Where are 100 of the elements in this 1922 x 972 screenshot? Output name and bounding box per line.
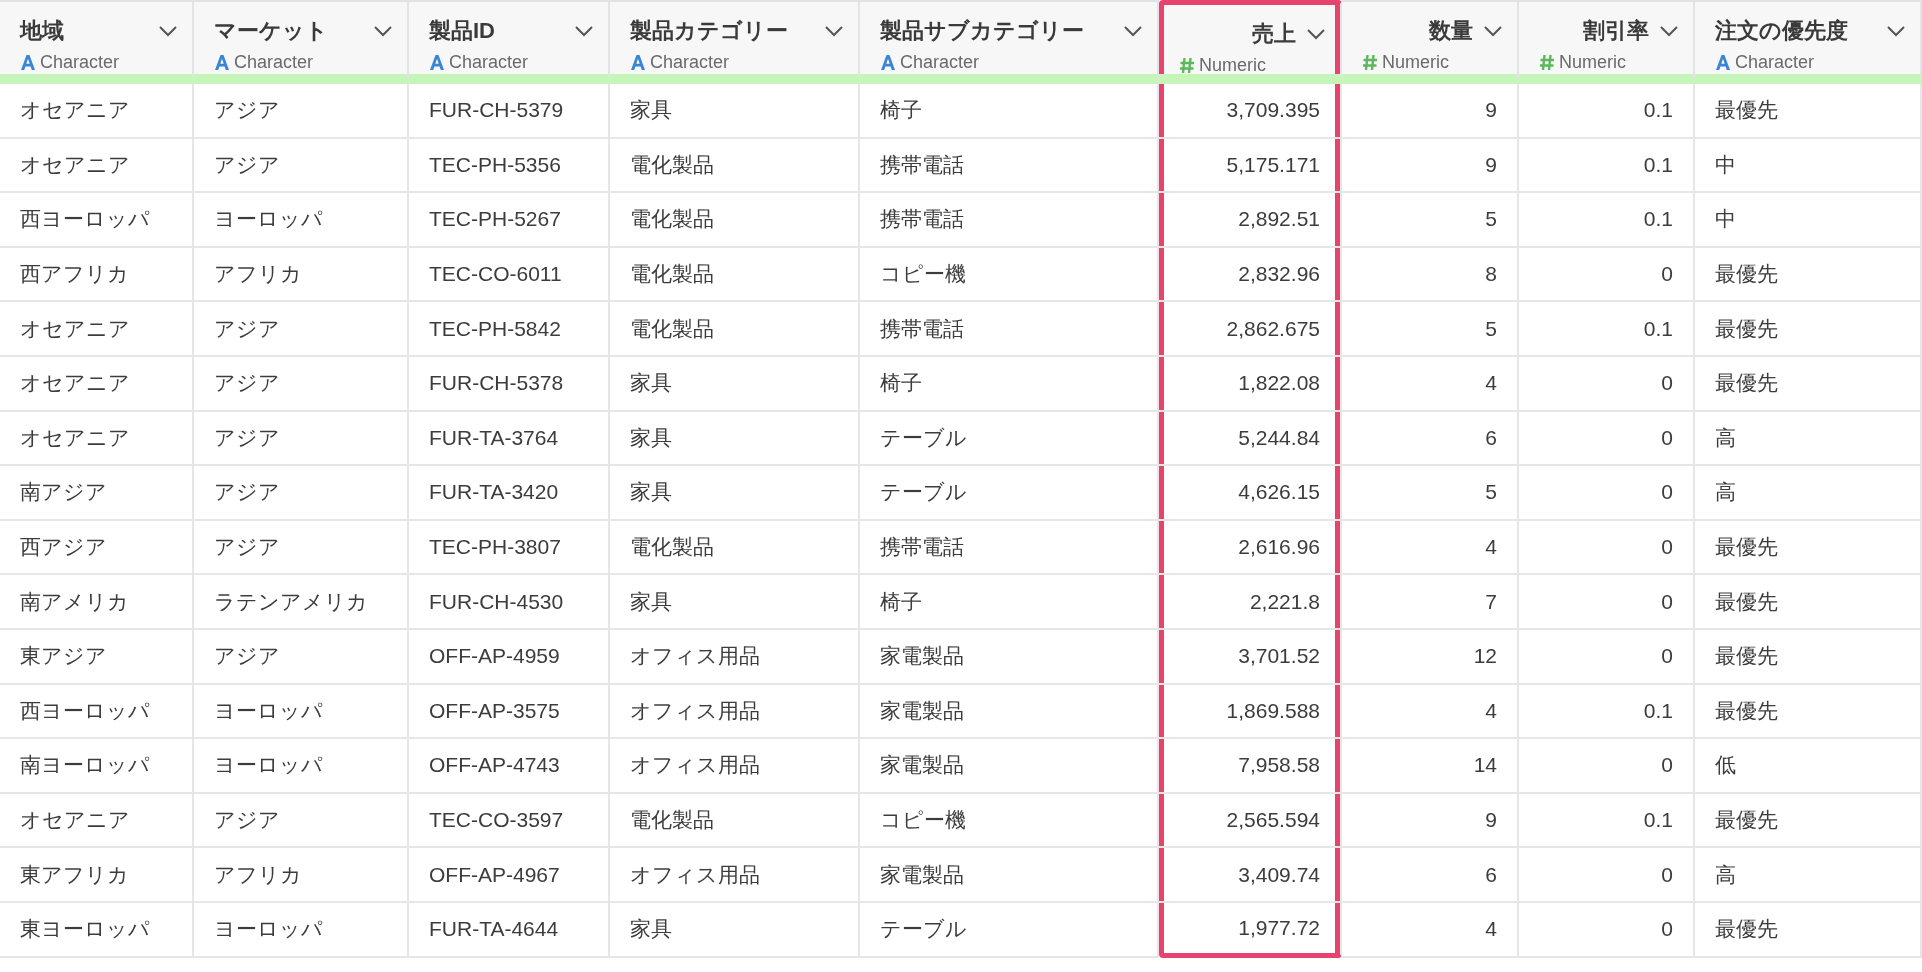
column-title: 数量 bbox=[1429, 17, 1473, 45]
table-cell: FUR-CH-5379 bbox=[409, 84, 610, 139]
table-cell: ヨーロッパ bbox=[194, 739, 409, 794]
table-cell: 高 bbox=[1695, 466, 1922, 521]
column-header[interactable]: マーケット Character bbox=[194, 0, 409, 84]
table-cell: アジア bbox=[194, 356, 409, 412]
table-cell: OFF-AP-4743 bbox=[409, 739, 610, 794]
column-title: 地域 bbox=[20, 17, 64, 45]
table-cell: オセアニア bbox=[0, 356, 194, 412]
table-cell: 3,409.74 bbox=[1159, 848, 1342, 903]
table-cell: 0 bbox=[1519, 629, 1695, 685]
column-type: Numeric bbox=[1559, 52, 1626, 73]
table-cell: 3,709.395 bbox=[1159, 84, 1342, 139]
table-cell: FUR-TA-3764 bbox=[409, 411, 610, 467]
chevron-down-icon[interactable] bbox=[1123, 25, 1143, 37]
column-header[interactable]: 売上 Numeric bbox=[1159, 0, 1342, 84]
table-cell: アジア bbox=[194, 520, 409, 576]
table-cell: 14 bbox=[1342, 739, 1519, 794]
column-header[interactable]: 数量 Numeric bbox=[1342, 0, 1519, 84]
hash-icon bbox=[1539, 54, 1555, 71]
table-cell: 南アメリカ bbox=[0, 575, 194, 630]
table-cell: 東アジア bbox=[0, 629, 194, 685]
table-cell: コピー機 bbox=[860, 247, 1159, 303]
chevron-down-icon[interactable] bbox=[1659, 25, 1679, 37]
table-cell: 6 bbox=[1342, 411, 1519, 467]
table-cell: アフリカ bbox=[194, 848, 409, 903]
table-cell: 最優先 bbox=[1695, 793, 1922, 849]
table-cell: 0 bbox=[1519, 466, 1695, 521]
table-cell: ヨーロッパ bbox=[194, 193, 409, 248]
column-title: 注文の優先度 bbox=[1715, 17, 1848, 45]
chevron-down-icon[interactable] bbox=[1483, 25, 1503, 37]
table-cell: 1,977.72 bbox=[1159, 902, 1342, 958]
table-cell: 0 bbox=[1519, 247, 1695, 303]
table-cell: アジア bbox=[194, 466, 409, 521]
table-cell: 9 bbox=[1342, 138, 1519, 194]
column-header[interactable]: 注文の優先度 Character bbox=[1695, 0, 1922, 84]
table-cell: アフリカ bbox=[194, 247, 409, 303]
column-header[interactable]: 割引率 Numeric bbox=[1519, 0, 1695, 84]
table-cell: 電化製品 bbox=[610, 520, 860, 576]
table-cell: 2,892.51 bbox=[1159, 193, 1342, 248]
table-cell: TEC-PH-3807 bbox=[409, 520, 610, 576]
column-header[interactable]: 製品カテゴリー Character bbox=[610, 0, 860, 84]
table-cell: 6 bbox=[1342, 848, 1519, 903]
chevron-down-icon[interactable] bbox=[1886, 25, 1906, 37]
table-cell: テーブル bbox=[860, 902, 1159, 958]
column-header[interactable]: 製品ID Character bbox=[409, 0, 610, 84]
table-cell: テーブル bbox=[860, 411, 1159, 467]
table-cell: 携帯電話 bbox=[860, 138, 1159, 194]
column-type: Numeric bbox=[1199, 55, 1266, 76]
table-cell: ヨーロッパ bbox=[194, 684, 409, 740]
table-cell: ヨーロッパ bbox=[194, 902, 409, 958]
table-cell: テーブル bbox=[860, 466, 1159, 521]
table-cell: 8 bbox=[1342, 247, 1519, 303]
table-cell: 2,221.8 bbox=[1159, 575, 1342, 630]
chevron-down-icon[interactable] bbox=[158, 25, 178, 37]
table-cell: 電化製品 bbox=[610, 247, 860, 303]
table-cell: オセアニア bbox=[0, 302, 194, 357]
table-cell: 椅子 bbox=[860, 84, 1159, 139]
table-cell: アジア bbox=[194, 793, 409, 849]
column-header[interactable]: 地域 Character bbox=[0, 0, 194, 84]
column-title: 割引率 bbox=[1583, 17, 1649, 45]
chevron-down-icon[interactable] bbox=[373, 25, 393, 37]
table-cell: アジア bbox=[194, 302, 409, 357]
column-type: Numeric bbox=[1382, 52, 1449, 73]
table-cell: 0.1 bbox=[1519, 302, 1695, 357]
table-cell: 東ヨーロッパ bbox=[0, 902, 194, 958]
table-cell: 家具 bbox=[610, 575, 860, 630]
hash-icon bbox=[1179, 57, 1195, 74]
table-cell: 家具 bbox=[610, 411, 860, 467]
chevron-down-icon[interactable] bbox=[574, 25, 594, 37]
table-cell: 最優先 bbox=[1695, 302, 1922, 357]
column-title: 製品サブカテゴリー bbox=[880, 17, 1084, 45]
table-cell: FUR-CH-4530 bbox=[409, 575, 610, 630]
chevron-down-icon[interactable] bbox=[1306, 28, 1326, 40]
column-type: Character bbox=[650, 52, 730, 73]
table-cell: 5,244.84 bbox=[1159, 411, 1342, 467]
table-cell: 最優先 bbox=[1695, 356, 1922, 412]
table-cell: 0 bbox=[1519, 902, 1695, 958]
table-cell: 最優先 bbox=[1695, 84, 1922, 139]
table-cell: 携帯電話 bbox=[860, 302, 1159, 357]
table-cell: 電化製品 bbox=[610, 302, 860, 357]
letter-a-icon bbox=[20, 54, 36, 71]
table-cell: 西アジア bbox=[0, 520, 194, 576]
column-header[interactable]: 製品サブカテゴリー Character bbox=[860, 0, 1159, 84]
chevron-down-icon[interactable] bbox=[824, 25, 844, 37]
letter-a-icon bbox=[1715, 54, 1731, 71]
table-cell: 携帯電話 bbox=[860, 193, 1159, 248]
table-cell: 9 bbox=[1342, 793, 1519, 849]
table-cell: 西アフリカ bbox=[0, 247, 194, 303]
table-cell: FUR-TA-3420 bbox=[409, 466, 610, 521]
table-cell: 電化製品 bbox=[610, 793, 860, 849]
table-cell: 西ヨーロッパ bbox=[0, 684, 194, 740]
table-cell: 中 bbox=[1695, 138, 1922, 194]
table-cell: 椅子 bbox=[860, 575, 1159, 630]
table-cell: アジア bbox=[194, 138, 409, 194]
table-cell: 0.1 bbox=[1519, 138, 1695, 194]
table-cell: 西ヨーロッパ bbox=[0, 193, 194, 248]
table-cell: オセアニア bbox=[0, 411, 194, 467]
table-cell: オフィス用品 bbox=[610, 848, 860, 903]
table-cell: 0.1 bbox=[1519, 793, 1695, 849]
